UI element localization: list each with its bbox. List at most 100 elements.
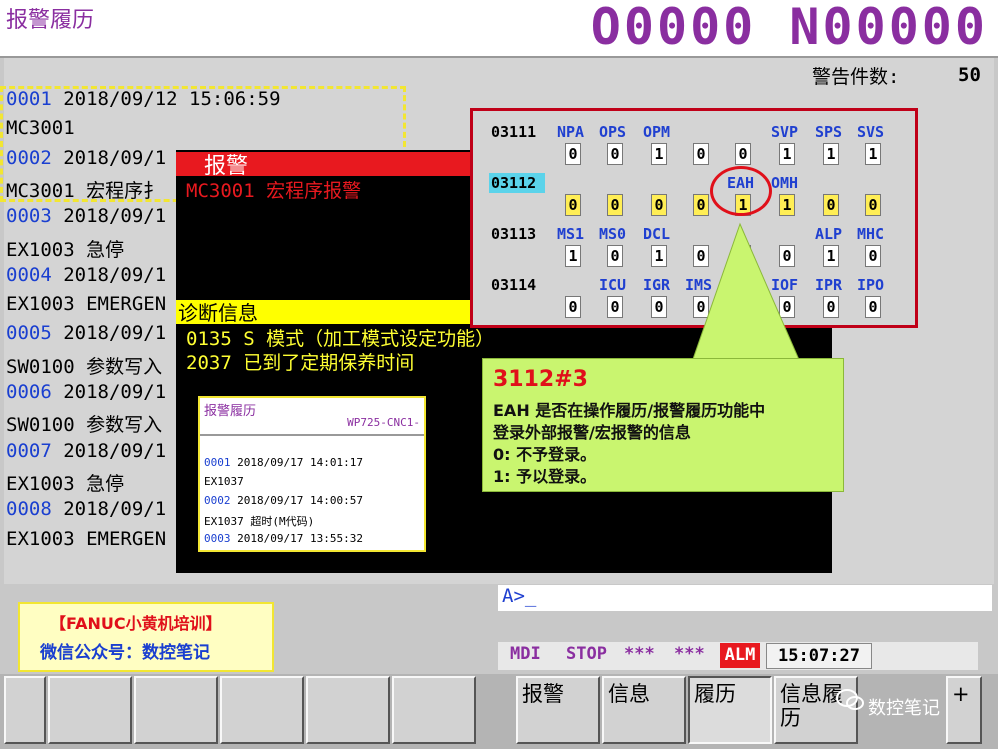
bit-value[interactable]: 0 bbox=[607, 143, 623, 165]
bit-name: OMH bbox=[771, 174, 799, 192]
bit-value[interactable]: 0 bbox=[651, 296, 667, 318]
mini-title: 报警履历 bbox=[204, 404, 257, 419]
history-entry-code: SW0100 参数写入 bbox=[6, 414, 163, 437]
alarm-count-label: 警告件数: bbox=[812, 66, 900, 88]
history-entry-header: 0006 2018/09/1 bbox=[6, 381, 166, 403]
alarm-popup-text: MC3001 宏程序报警 bbox=[186, 180, 362, 202]
bit-name: OPS bbox=[599, 123, 627, 141]
status-bar: MDI STOP *** *** ALM 15:07:27 bbox=[498, 642, 978, 670]
bit-name: MS1 bbox=[557, 225, 585, 243]
mini-entry-text: EX1037 超时(M代码) bbox=[204, 515, 315, 528]
bit-value[interactable]: 1 bbox=[823, 143, 839, 165]
history-entry-date: 2018/09/1 bbox=[51, 439, 167, 462]
bit-name: SVS bbox=[857, 123, 885, 141]
softkey-4[interactable] bbox=[220, 676, 304, 744]
bit-value[interactable]: 0 bbox=[565, 143, 581, 165]
bit-value[interactable]: 0 bbox=[865, 245, 881, 267]
mini-history-line: EX1037 bbox=[204, 475, 244, 488]
status-state: STOP bbox=[566, 644, 607, 664]
bit-value[interactable]: 1 bbox=[779, 143, 795, 165]
parameter-number[interactable]: 03111 bbox=[491, 123, 536, 141]
history-entry-code: EX1003 EMERGEN bbox=[6, 527, 167, 550]
softkey-9[interactable]: 履历 bbox=[688, 676, 772, 744]
mini-history-line: 0001 2018/09/17 14:01:17 bbox=[204, 456, 363, 469]
mini-entry-text: EX1037 bbox=[204, 475, 244, 488]
softkey-5[interactable] bbox=[306, 676, 390, 744]
history-entry-number: 0007 bbox=[6, 439, 52, 462]
watermark-text: 数控笔记 bbox=[868, 698, 940, 719]
bit-value[interactable]: 0 bbox=[607, 245, 623, 267]
softkey-3[interactable] bbox=[134, 676, 218, 744]
bit-value[interactable]: 1 bbox=[651, 143, 667, 165]
history-entry-code: EX1003 急停 bbox=[6, 238, 125, 261]
diag-line: 2037 已到了定期保养时间 bbox=[186, 352, 415, 374]
history-entry-date: 2018/09/1 bbox=[51, 205, 167, 228]
bit-value[interactable]: 0 bbox=[565, 296, 581, 318]
bit-name: SVP bbox=[771, 123, 799, 141]
mini-entry-number: 0003 bbox=[204, 532, 231, 545]
history-entry-header: 0005 2018/09/1 bbox=[6, 322, 166, 344]
bit-value[interactable]: 1 bbox=[779, 194, 795, 216]
bit-value[interactable]: 0 bbox=[693, 194, 709, 216]
bit-name: DCL bbox=[643, 225, 671, 243]
history-entry-date: 2018/09/1 bbox=[51, 498, 167, 521]
bit-value[interactable]: 1 bbox=[565, 245, 581, 267]
softkey-7[interactable]: 报警 bbox=[516, 676, 600, 744]
callout-line: 登录外部报警/宏报警的信息 bbox=[493, 423, 691, 442]
bit-value[interactable]: 0 bbox=[651, 194, 667, 216]
history-entry-number: 0006 bbox=[6, 381, 52, 403]
bit-value[interactable]: 0 bbox=[865, 296, 881, 318]
diag-line: 0135 S 模式（加工模式设定功能） bbox=[186, 328, 495, 350]
bit-value[interactable]: 1 bbox=[865, 143, 881, 165]
bit-name: ICU bbox=[599, 276, 627, 294]
screen-title: 报警履历 bbox=[6, 8, 95, 33]
softkey-6[interactable] bbox=[392, 676, 476, 744]
mini-machine-id: WP725-CNC1- bbox=[347, 416, 420, 429]
mini-entry-number: 0001 bbox=[204, 456, 231, 469]
history-entry-date: 2018/09/1 bbox=[51, 263, 167, 286]
bit-value[interactable]: 0 bbox=[823, 194, 839, 216]
mini-history-line: 0002 2018/09/17 14:00:57 bbox=[204, 494, 363, 507]
bit-value[interactable]: 0 bbox=[865, 194, 881, 216]
bit-name: NPA bbox=[557, 123, 585, 141]
key-input-line[interactable]: A>_ bbox=[498, 585, 992, 611]
callout-line: 1: 予以登录。 bbox=[493, 467, 597, 486]
promo-line-2: 微信公众号：数控笔记 bbox=[40, 643, 210, 663]
history-entry-code: EX1003 EMERGEN bbox=[6, 293, 167, 316]
history-entry-header: 0007 2018/09/1 bbox=[6, 440, 166, 462]
bit-name: IPO bbox=[857, 276, 885, 294]
callout-title: 3112#3 bbox=[493, 367, 588, 392]
bit-name: SPS bbox=[815, 123, 843, 141]
alarm-count-value: 50 bbox=[958, 64, 981, 86]
promo-line-1: 【FANUC小黄机培训】 bbox=[50, 614, 222, 633]
history-entry-date: 2018/09/1 bbox=[51, 381, 167, 403]
parameter-number[interactable]: 03114 bbox=[491, 276, 536, 294]
history-entry-number: 0005 bbox=[6, 322, 52, 345]
softkey-11[interactable]: + bbox=[946, 676, 982, 744]
parameter-number[interactable]: 03113 bbox=[491, 225, 536, 243]
history-entry-number: 0003 bbox=[6, 205, 52, 228]
bit-value[interactable]: 0 bbox=[735, 143, 751, 165]
bit-value[interactable]: 0 bbox=[607, 296, 623, 318]
callout-line: EAH 是否在操作履历/报警履历功能中 bbox=[493, 401, 766, 420]
bit-name: MS0 bbox=[599, 225, 627, 243]
alarm-indicator: ALM bbox=[720, 643, 760, 668]
wechat-icon bbox=[836, 689, 864, 710]
softkey-8[interactable]: 信息 bbox=[602, 676, 686, 744]
softkey-1[interactable] bbox=[4, 676, 46, 744]
mini-entry-text: 2018/09/17 14:00:57 bbox=[230, 494, 363, 507]
bit-value[interactable]: 1 bbox=[651, 245, 667, 267]
bit-value[interactable]: 0 bbox=[693, 143, 709, 165]
callout-pointer bbox=[691, 222, 801, 362]
bit-value[interactable]: 0 bbox=[565, 194, 581, 216]
parameter-number[interactable]: 03112 bbox=[491, 174, 536, 192]
status-clock: 15:07:27 bbox=[766, 643, 872, 669]
bit-name: MHC bbox=[857, 225, 885, 243]
mini-entry-text: 2018/09/17 13:55:32 bbox=[230, 532, 363, 545]
callout-line: 0: 不予登录。 bbox=[493, 445, 597, 464]
history-entry-header: 0003 2018/09/1 bbox=[6, 205, 166, 227]
history-entry-code: SW0100 参数写入 bbox=[6, 355, 163, 378]
softkey-2[interactable] bbox=[48, 676, 132, 744]
mini-entry-number: 0002 bbox=[204, 494, 231, 507]
bit-value[interactable]: 0 bbox=[607, 194, 623, 216]
